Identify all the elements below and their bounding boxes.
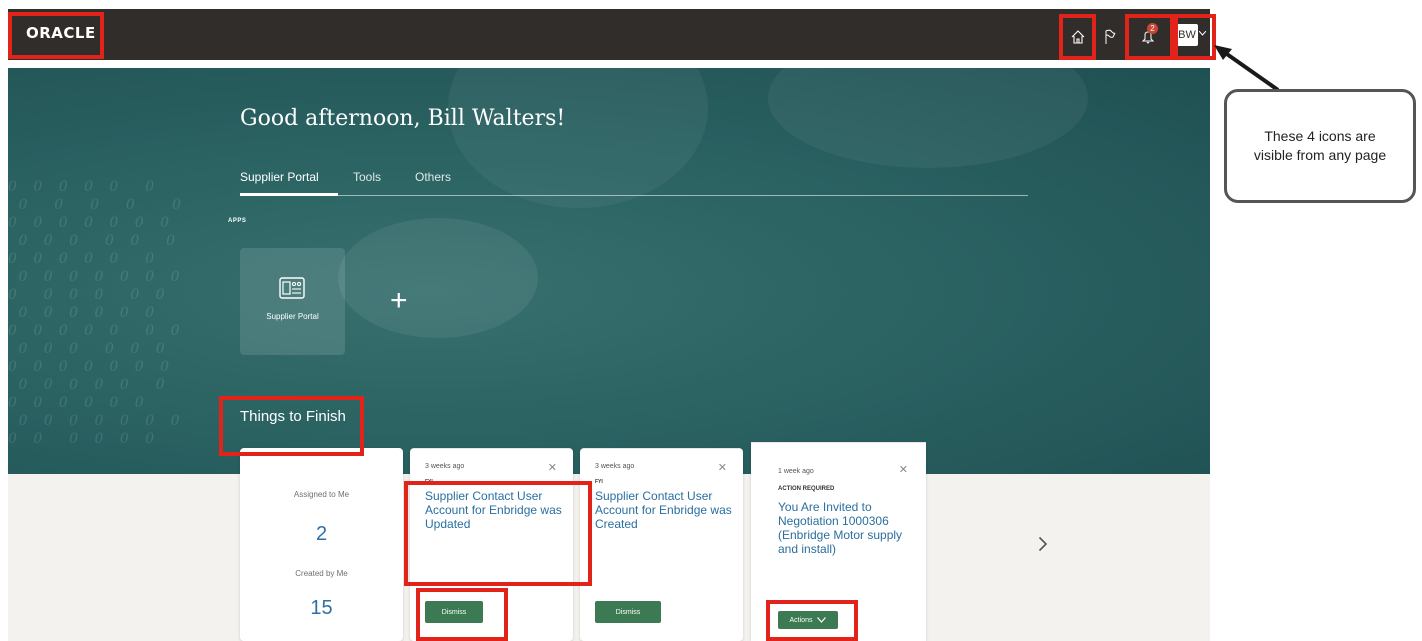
notification-title[interactable]: You Are Invited to Negotiation 1000306 (… xyxy=(778,500,916,556)
dismiss-button[interactable]: Dismiss xyxy=(595,601,661,623)
welcome-springboard: 0 0 0 0 0 0 0 0 0 0 0 0 0 0 0 0 0 0 0 0 … xyxy=(8,68,1210,474)
chevron-right-icon[interactable] xyxy=(1038,536,1048,552)
notification-type: ACTION REQUIRED xyxy=(778,486,835,492)
close-icon[interactable]: ✕ xyxy=(718,461,727,474)
highlight-box xyxy=(1125,14,1174,60)
favorites-flag-icon[interactable] xyxy=(1098,25,1122,49)
greeting-heading: Good afternoon, Bill Walters! xyxy=(240,106,566,131)
highlight-box xyxy=(219,396,364,456)
tab-others[interactable]: Others xyxy=(415,170,451,184)
created-by-me-label: Created by Me xyxy=(295,569,348,578)
close-icon[interactable]: ✕ xyxy=(899,463,908,476)
assigned-to-me-label: Assigned to Me xyxy=(293,490,350,499)
callout-text: These 4 icons are visible from any page xyxy=(1253,128,1387,163)
highlight-box xyxy=(1059,14,1096,60)
created-by-me-count[interactable]: 15 xyxy=(240,597,403,620)
active-tab-indicator xyxy=(240,193,338,196)
assigned-to-me-count[interactable]: 2 xyxy=(240,523,403,546)
apps-section-label: APPS xyxy=(228,218,247,224)
background-pattern: 0 0 0 0 0 0 0 0 0 0 0 0 0 0 0 0 0 0 0 0 … xyxy=(8,179,188,447)
background-shape xyxy=(338,218,538,338)
notification-time: 3 weeks ago xyxy=(425,463,465,470)
notification-title[interactable]: Supplier Contact User Account for Enbrid… xyxy=(595,489,735,531)
global-header: ORACLE 2 BW xyxy=(8,9,1210,60)
notification-time: 3 weeks ago xyxy=(595,463,635,470)
highlight-box xyxy=(766,600,858,641)
app-tile-supplier-portal[interactable]: Supplier Portal xyxy=(240,248,345,355)
app-tile-label: Supplier Portal xyxy=(266,312,319,321)
highlight-box xyxy=(404,481,592,586)
highlight-box xyxy=(8,12,104,59)
add-app-button[interactable]: + xyxy=(390,286,408,316)
tab-tools[interactable]: Tools xyxy=(353,170,381,184)
background-shape xyxy=(768,68,1088,168)
close-icon[interactable]: ✕ xyxy=(548,461,557,474)
callout-note: These 4 icons are visible from any page xyxy=(1224,89,1416,203)
portal-icon xyxy=(279,277,305,299)
callout-arrow xyxy=(1214,45,1280,92)
notification-time: 1 week ago xyxy=(778,468,814,475)
notification-card[interactable]: 3 weeks ago ✕ FYI Supplier Contact User … xyxy=(580,448,743,641)
tab-supplier-portal[interactable]: Supplier Portal xyxy=(240,170,319,184)
page: ORACLE 2 BW 0 0 0 0 0 0 0 0 0 0 0 0 0 0 … xyxy=(0,0,1422,641)
springboard-tabs: Supplier Portal Tools Others xyxy=(240,168,1028,196)
highlight-box xyxy=(416,588,508,641)
notification-type: FYI xyxy=(595,479,603,485)
task-count-card: Assigned to Me 2 Created by Me 15 xyxy=(240,448,403,641)
